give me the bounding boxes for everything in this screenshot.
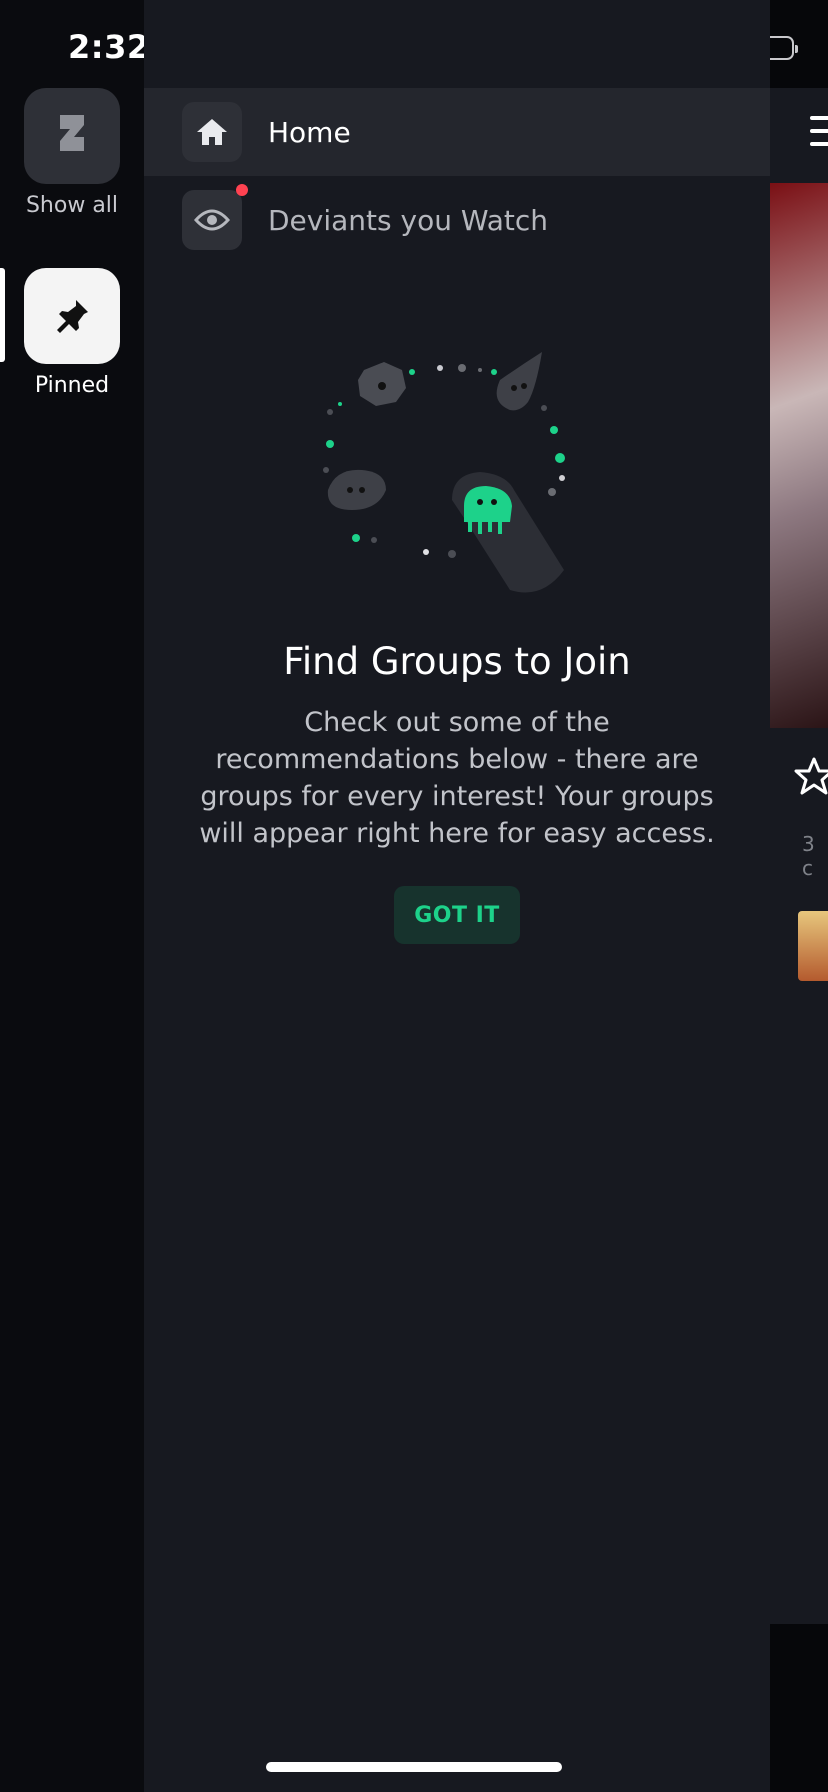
nav-item-home[interactable]: Home bbox=[144, 88, 770, 176]
empty-state-title: Find Groups to Join bbox=[283, 640, 631, 683]
nav-item-deviants-you-watch[interactable]: Deviants you Watch bbox=[144, 176, 770, 264]
got-it-button[interactable]: GOT IT bbox=[394, 886, 520, 944]
notification-dot bbox=[236, 184, 248, 196]
status-time: 2:32 bbox=[68, 28, 150, 66]
nav-label-deviants-you-watch: Deviants you Watch bbox=[268, 203, 549, 237]
navigation-drawer: Home Deviants you Watch Find Groups to J… bbox=[144, 0, 770, 1792]
eye-icon bbox=[194, 209, 230, 231]
eye-icon-tile bbox=[182, 190, 242, 250]
hamburger-menu-icon[interactable] bbox=[810, 116, 828, 155]
groups-illustration bbox=[323, 352, 565, 593]
empty-state-description: Check out some of the recommendations be… bbox=[199, 707, 715, 849]
home-icon bbox=[197, 119, 227, 145]
show-all-button[interactable] bbox=[24, 88, 120, 184]
app-rail: Show all Pinned bbox=[0, 0, 144, 1792]
feed-partial-text: 3 c bbox=[802, 832, 815, 880]
show-all-label: Show all bbox=[25, 193, 119, 218]
deviantart-logo-icon bbox=[60, 115, 84, 151]
rail-selected-indicator bbox=[0, 268, 5, 362]
home-indicator bbox=[266, 1762, 562, 1772]
home-icon-tile bbox=[182, 102, 242, 162]
background-feed: 3 c bbox=[770, 88, 828, 1624]
pin-icon bbox=[57, 300, 88, 333]
feed-image[interactable] bbox=[770, 183, 828, 728]
star-icon[interactable] bbox=[794, 756, 828, 796]
feed-thumbnail[interactable] bbox=[798, 911, 828, 981]
pinned-label: Pinned bbox=[34, 373, 110, 398]
pinned-button[interactable] bbox=[24, 268, 120, 364]
nav-label-home: Home bbox=[268, 115, 351, 149]
